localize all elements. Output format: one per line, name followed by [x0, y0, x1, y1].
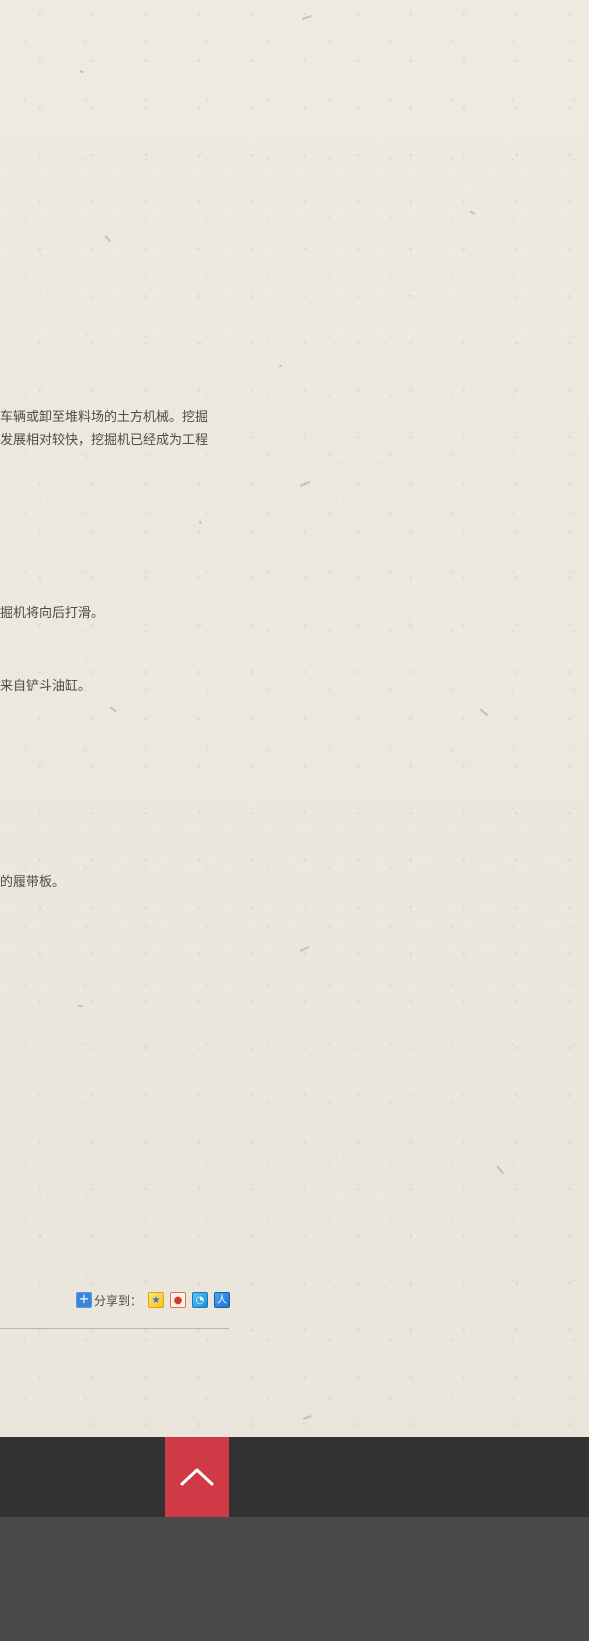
paper-speck [299, 480, 311, 487]
paper-background: 车辆或卸至堆料场的土方机械。挖掘 发展相对较快，挖掘机已经成为工程 掘机将向后打… [0, 0, 589, 1437]
qzone-icon[interactable]: ★ [148, 1292, 165, 1308]
paper-speck [299, 945, 310, 952]
paper-speck [199, 520, 202, 525]
paper-speck [79, 70, 85, 74]
back-to-top-button[interactable] [165, 1437, 229, 1517]
chevron-up-icon [180, 1468, 214, 1486]
plus-square-icon[interactable]: + [76, 1292, 92, 1308]
paper-speck [279, 365, 282, 367]
article-text-line: 发展相对较快，挖掘机已经成为工程 [0, 433, 209, 448]
tencent-weibo-icon[interactable]: ◔ [192, 1292, 209, 1308]
article-text-line: 来自铲斗油缸。 [0, 679, 92, 694]
paper-speck [469, 210, 476, 216]
paper-speck [301, 14, 312, 20]
share-bar: + 分享到： ★ ● ◔ 人 [76, 1290, 236, 1310]
paper-speck [104, 235, 112, 243]
paper-speck [109, 706, 118, 713]
paper-speck [496, 1165, 505, 1175]
content-divider [0, 1328, 229, 1329]
paper-speck [302, 1414, 312, 1420]
article-text-line: 掘机将向后打滑。 [0, 606, 105, 621]
paper-speck [479, 708, 489, 717]
article-text-line: 的履带板。 [0, 875, 66, 890]
paper-speck [78, 1005, 83, 1007]
footer-bottom [0, 1517, 589, 1641]
weibo-icon[interactable]: ● [170, 1292, 187, 1308]
article-text-line: 车辆或卸至堆料场的土方机械。挖掘 [0, 410, 209, 425]
renren-icon[interactable]: 人 [214, 1292, 231, 1308]
share-label: 分享到： [94, 1293, 143, 1308]
footer-bar [0, 1437, 589, 1517]
